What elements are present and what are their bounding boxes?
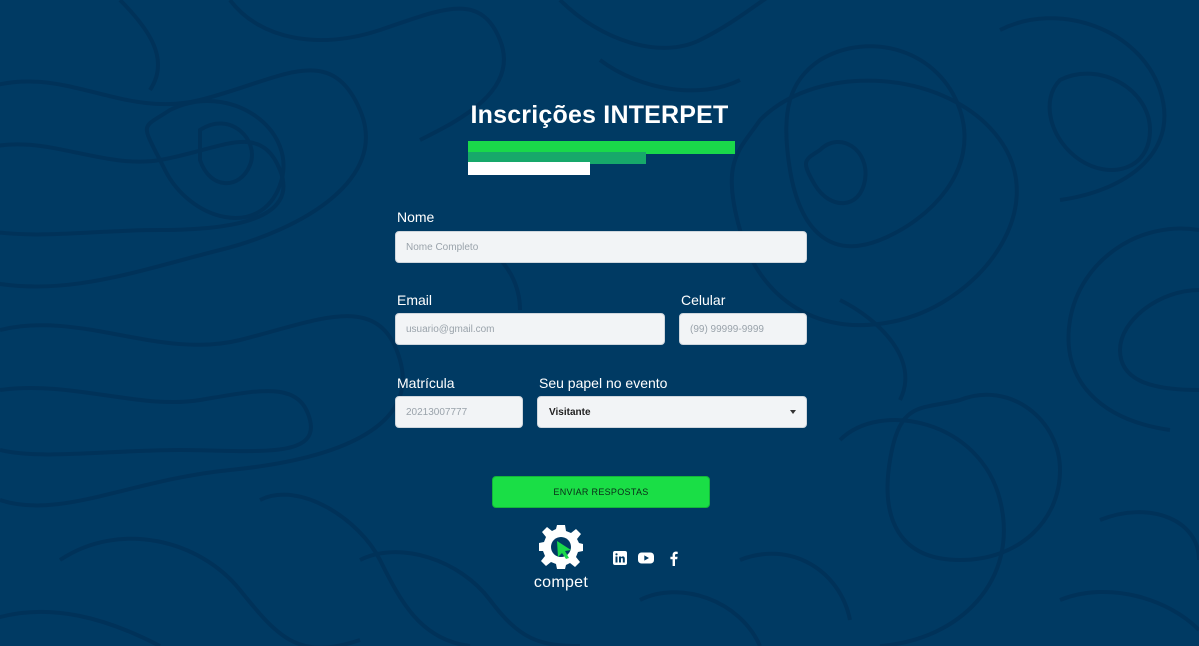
logo-text: compet bbox=[533, 574, 589, 591]
papel-select[interactable]: Visitante bbox=[537, 396, 807, 428]
matricula-label: Matrícula bbox=[397, 375, 455, 391]
facebook-icon[interactable] bbox=[666, 550, 682, 566]
papel-label: Seu papel no evento bbox=[539, 375, 668, 391]
submit-button[interactable]: ENVIAR RESPOSTAS bbox=[492, 476, 710, 508]
papel-selected-value: Visitante bbox=[549, 406, 591, 418]
caret-down-icon bbox=[790, 410, 796, 414]
celular-input[interactable] bbox=[679, 313, 807, 345]
email-label: Email bbox=[397, 292, 433, 308]
gear-cursor-icon bbox=[539, 525, 583, 569]
page-title: Inscrições INTERPET bbox=[470, 101, 729, 129]
nome-label: Nome bbox=[397, 209, 435, 225]
email-input[interactable] bbox=[395, 313, 665, 345]
decorative-bar-white bbox=[468, 162, 590, 175]
matricula-input[interactable] bbox=[395, 396, 523, 428]
nome-input[interactable] bbox=[395, 231, 807, 263]
registration-page: Inscrições INTERPET Nome Email Celular M… bbox=[0, 0, 1199, 646]
linkedin-icon[interactable] bbox=[612, 550, 628, 566]
youtube-icon[interactable] bbox=[638, 550, 654, 566]
compet-logo: compet bbox=[529, 524, 593, 594]
celular-label: Celular bbox=[681, 292, 726, 308]
